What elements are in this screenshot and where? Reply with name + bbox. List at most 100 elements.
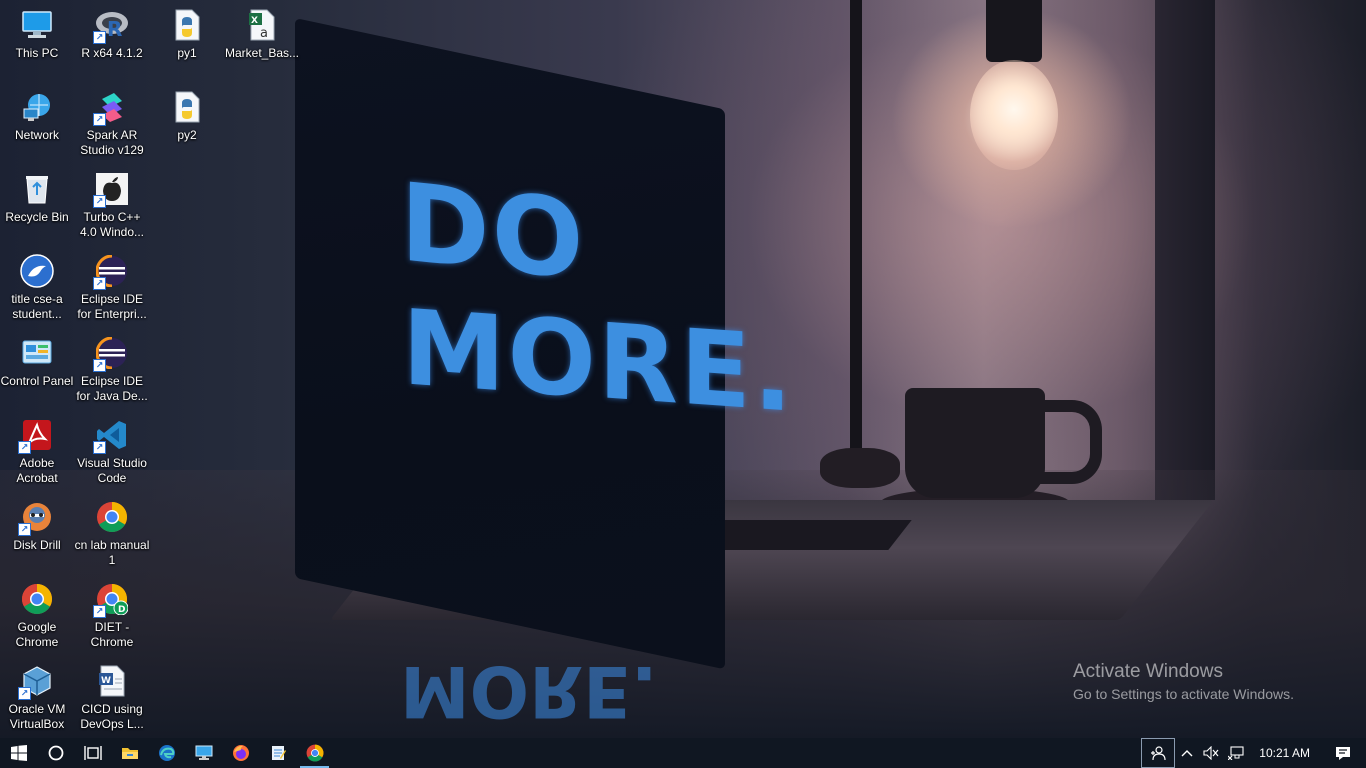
shortcut-arrow-icon: ↗	[93, 605, 106, 618]
shortcut-arrow-icon: ↗	[18, 687, 31, 700]
desktop-icon-oracle-vm-virtualbox[interactable]: ↗ Oracle VM VirtualBox	[0, 664, 74, 732]
wallpaper-lamp-base	[820, 448, 900, 488]
firefox-icon	[232, 745, 249, 761]
desktop-icon-turbo-cpp[interactable]: ↗ Turbo C++ 4.0 Windo...	[75, 172, 149, 240]
adobe-acrobat-icon: ↗	[18, 418, 54, 454]
shortcut-arrow-icon: ↗	[93, 277, 106, 290]
this-pc-icon	[20, 8, 54, 42]
shortcut-arrow-icon: ↗	[18, 441, 31, 454]
desktop-icon-cicd-devops[interactable]: W CICD using DevOps L...	[75, 664, 149, 732]
desktop-icon-label: Spark AR Studio v129	[80, 128, 144, 157]
task-view-button[interactable]	[74, 738, 111, 768]
edge-button[interactable]	[148, 738, 185, 768]
desktop-icon-diet-chrome[interactable]: D ↗ DIET - Chrome	[75, 582, 149, 650]
wallpaper-slogan-line1: DO	[400, 160, 586, 305]
start-button[interactable]	[0, 738, 37, 768]
desktop-icon-r-x64[interactable]: R ↗ R x64 4.1.2	[75, 8, 149, 61]
desktop-icon-cn-lab-manual[interactable]: cn lab manual 1	[75, 500, 149, 568]
shortcut-arrow-icon: ↗	[93, 31, 106, 44]
desktop-icon-this-pc[interactable]: This PC	[0, 8, 74, 61]
volume-button[interactable]	[1199, 738, 1223, 768]
people-button[interactable]	[1141, 738, 1176, 768]
desktop-icon-label: CICD using DevOps L...	[80, 702, 144, 731]
desktop-icon-grid: This PC Network Recycle Bin title cse-a …	[0, 0, 310, 738]
network-status-button[interactable]	[1223, 738, 1249, 768]
desktop-icon-label: cn lab manual 1	[74, 538, 150, 567]
eclipse-icon: ↗	[93, 336, 129, 372]
bird-app-icon	[20, 254, 54, 288]
svg-text:D: D	[118, 605, 125, 615]
word-file-icon: W	[95, 664, 129, 698]
desktop-icon-eclipse-enterprise[interactable]: ↗ Eclipse IDE for Enterpri...	[75, 254, 149, 322]
network-icon	[20, 90, 54, 124]
spark-ar-icon: ↗	[93, 90, 129, 126]
control-panel-icon	[20, 336, 54, 370]
firefox-button[interactable]	[222, 738, 259, 768]
wallpaper-mug	[905, 388, 1045, 498]
desktop-icon-spark-ar-studio[interactable]: ↗ Spark AR Studio v129	[75, 90, 149, 158]
desktop-icon-label: R x64 4.1.2	[81, 46, 143, 60]
taskbar: 10:21 AM	[0, 738, 1366, 768]
desktop-icon-label: py1	[177, 46, 197, 60]
desktop-icon-title-cse-a[interactable]: title cse-a student...	[0, 254, 74, 322]
desktop-icon-label: py2	[177, 128, 197, 142]
remote-desktop-button[interactable]	[185, 738, 222, 768]
python-file-icon	[170, 8, 204, 42]
svg-text:R: R	[107, 17, 122, 40]
network-disconnected-icon	[1228, 746, 1244, 760]
chrome-icon	[20, 582, 54, 616]
desktop-icon-control-panel[interactable]: Control Panel	[0, 336, 74, 389]
wallpaper-curtain	[1155, 0, 1215, 500]
chrome-profile-icon: D ↗	[93, 582, 129, 618]
notifications-icon	[1336, 747, 1350, 760]
turbo-cpp-icon: ↗	[93, 172, 129, 208]
recycle-bin-icon	[20, 172, 54, 206]
desktop-icon-label: Turbo C++ 4.0 Windo...	[79, 210, 145, 239]
desktop-icon-label: Disk Drill	[13, 538, 61, 552]
shortcut-arrow-icon: ↗	[93, 441, 106, 454]
cortana-circle-icon	[48, 745, 63, 761]
excel-file-icon: Xa	[245, 8, 279, 42]
desktop-icon-label: Oracle VM VirtualBox	[8, 702, 66, 731]
desktop-icon-py1[interactable]: py1	[150, 8, 224, 61]
action-center-button[interactable]	[1320, 738, 1366, 768]
wallpaper-slogan-reflection: MORE.	[400, 650, 658, 732]
desktop-icon-label: title cse-a student...	[11, 292, 63, 321]
chrome-icon	[95, 500, 129, 534]
desktop-icon-label: Adobe Acrobat	[16, 456, 58, 485]
watermark-title: Activate Windows	[1073, 661, 1223, 682]
desktop-icon-label: Visual Studio Code	[77, 456, 147, 485]
wallpaper-lamp-pole	[850, 0, 862, 450]
desktop-icon-adobe-acrobat[interactable]: ↗ Adobe Acrobat	[0, 418, 74, 486]
desktop-icon-network[interactable]: Network	[0, 90, 74, 143]
activate-windows-watermark: Activate Windows Go to Settings to activ…	[1073, 660, 1294, 704]
file-explorer-button[interactable]	[111, 738, 148, 768]
folder-icon	[121, 748, 138, 759]
search-button[interactable]	[37, 738, 74, 768]
desktop-icon-label: Control Panel	[0, 374, 74, 388]
desktop-icon-py2[interactable]: py2	[150, 90, 224, 143]
desktop-icon-recycle-bin[interactable]: Recycle Bin	[0, 172, 74, 225]
python-file-icon	[170, 90, 204, 124]
clock[interactable]: 10:21 AM	[1249, 738, 1320, 768]
svg-text:a: a	[260, 26, 268, 41]
svg-text:X: X	[251, 16, 258, 26]
desktop-icon-disk-drill[interactable]: ↗ Disk Drill	[0, 500, 74, 553]
shortcut-arrow-icon: ↗	[18, 523, 31, 536]
watermark-subtitle: Go to Settings to activate Windows.	[1073, 686, 1294, 702]
task-view-icon	[83, 746, 102, 760]
desktop-icon-google-chrome[interactable]: Google Chrome	[0, 582, 74, 650]
desktop-icon-eclipse-java[interactable]: ↗ Eclipse IDE for Java De...	[75, 336, 149, 404]
notepad-button[interactable]	[259, 738, 296, 768]
show-hidden-icons-button[interactable]	[1175, 738, 1199, 768]
r-language-icon: R ↗	[93, 8, 129, 44]
vscode-icon: ↗	[93, 418, 129, 454]
desktop-icon-label: Eclipse IDE for Enterpri...	[77, 292, 147, 321]
desktop-icon-visual-studio-code[interactable]: ↗ Visual Studio Code	[75, 418, 149, 486]
desktop-icon-label: Eclipse IDE for Java De...	[76, 374, 148, 403]
people-icon	[1151, 746, 1166, 761]
desktop-icon-market-basket[interactable]: Xa Market_Bas...	[225, 8, 299, 61]
shortcut-arrow-icon: ↗	[93, 195, 106, 208]
desktop-icon-label: DIET - Chrome	[90, 620, 134, 649]
chrome-button[interactable]	[296, 738, 333, 768]
